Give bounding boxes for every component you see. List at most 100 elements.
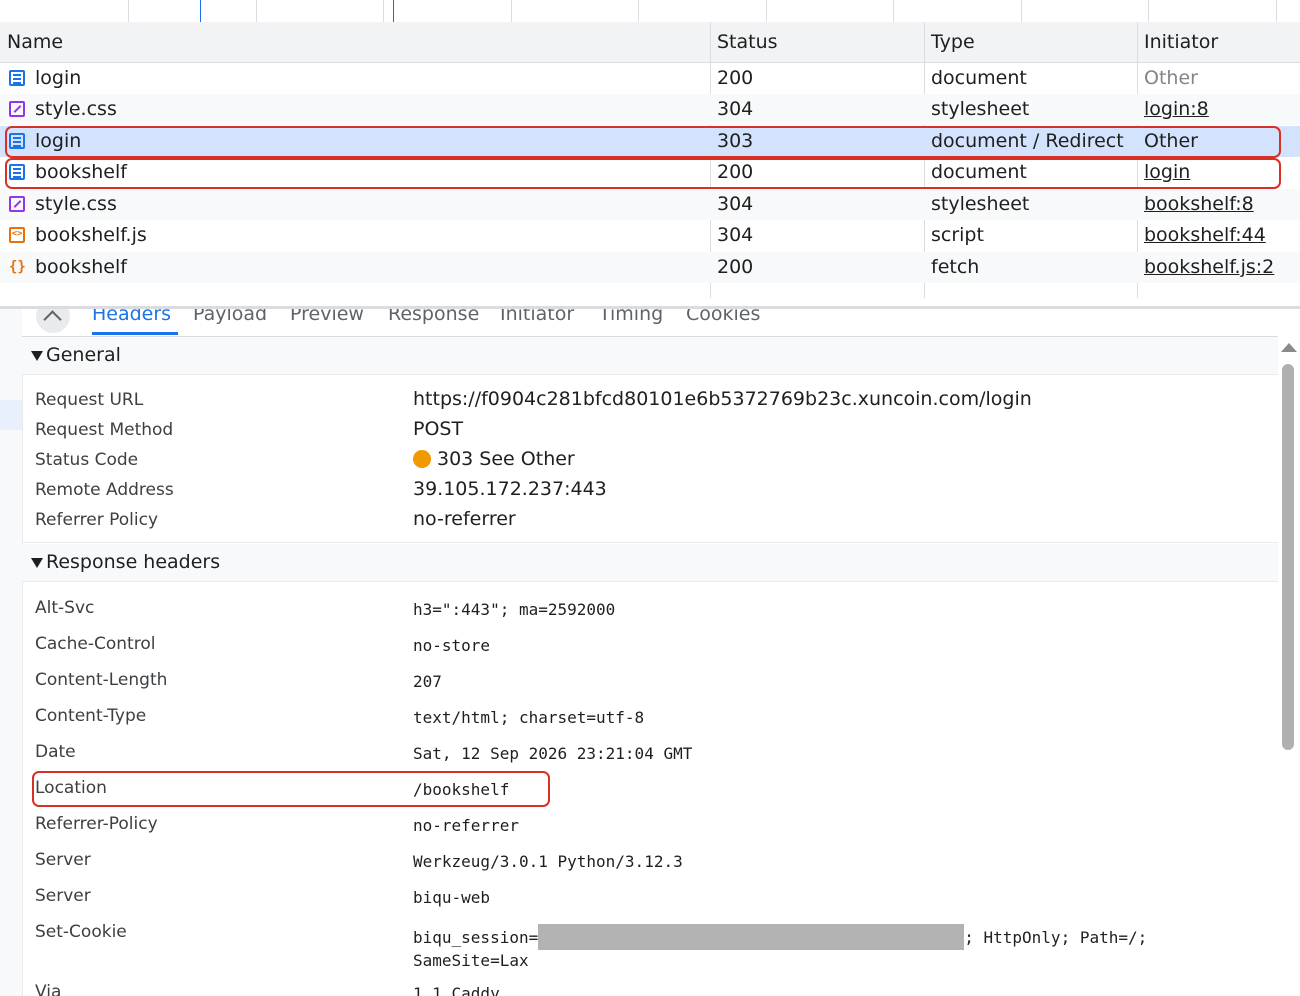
request-type: fetch xyxy=(931,256,980,278)
table-row[interactable]: <> bookshelf.js 304 script bookshelf:44 xyxy=(0,220,1300,251)
header-key: Cache-Control xyxy=(35,634,156,654)
header-value: https://f0904c281bfcd80101e6b5372769b23c… xyxy=(413,388,1032,410)
request-type: document xyxy=(931,67,1027,89)
section-title: Response headers xyxy=(46,551,221,573)
stylesheet-icon xyxy=(9,101,25,117)
initiator-link[interactable]: bookshelf:8 xyxy=(1144,189,1254,220)
tab-cookies[interactable]: Cookies xyxy=(686,309,760,325)
initiator-link[interactable]: login:8 xyxy=(1144,94,1209,125)
status-dot-icon xyxy=(413,450,431,468)
scrollbar-thumb[interactable] xyxy=(1282,364,1294,750)
redacted-block xyxy=(538,924,965,950)
fetch-icon: {} xyxy=(9,259,26,275)
header-value: no-referrer xyxy=(413,816,519,835)
initiator-link[interactable]: bookshelf:44 xyxy=(1144,220,1266,251)
table-row[interactable]: login 200 document Other xyxy=(0,63,1300,94)
tab-initiator[interactable]: Initiator xyxy=(500,309,574,325)
tab-timing[interactable]: Timing xyxy=(599,309,663,325)
timeline-gridline xyxy=(511,0,512,22)
header-value: 303 See Other xyxy=(437,448,575,470)
section-response-headers-header[interactable]: Response headers xyxy=(22,544,1278,582)
tab-payload[interactable]: Payload xyxy=(193,309,267,325)
status-code-value: 303 See Other xyxy=(413,448,575,470)
header-key: Server xyxy=(35,850,91,870)
header-key: Alt-Svc xyxy=(35,598,95,618)
column-header-status[interactable]: Status xyxy=(717,22,778,62)
timeline-overview[interactable] xyxy=(0,0,1300,23)
expand-triangle-icon xyxy=(31,558,43,568)
section-title: General xyxy=(46,344,121,366)
tab-headers[interactable]: Headers xyxy=(92,309,171,325)
table-row[interactable]: bookshelf 200 document login xyxy=(0,157,1300,188)
close-details-button[interactable] xyxy=(36,309,70,333)
document-icon xyxy=(9,164,25,180)
header-key: Remote Address xyxy=(35,480,174,500)
request-status: 200 xyxy=(717,161,754,183)
timeline-gridline xyxy=(1276,0,1277,22)
section-general-header[interactable]: General xyxy=(22,337,1278,375)
request-name: style.css xyxy=(35,193,117,215)
tab-response[interactable]: Response xyxy=(388,309,479,325)
timeline-gridline xyxy=(1148,0,1149,22)
timeline-gridline xyxy=(1021,0,1022,22)
selected-row-indicator xyxy=(0,400,22,430)
request-status: 200 xyxy=(717,67,754,89)
header-value: no-store xyxy=(413,636,491,655)
request-initiator: Other xyxy=(1144,67,1198,89)
request-name: bookshelf xyxy=(35,256,127,278)
header-key: Status Code xyxy=(35,450,139,470)
header-key: Referrer Policy xyxy=(35,510,159,530)
timeline-gridline xyxy=(128,0,129,22)
initiator-link[interactable]: bookshelf.js:2 xyxy=(1144,252,1274,283)
column-header-type[interactable]: Type xyxy=(931,22,975,62)
request-status: 304 xyxy=(717,98,754,120)
table-row[interactable]: style.css 304 stylesheet login:8 xyxy=(0,94,1300,125)
request-name: bookshelf.js xyxy=(35,224,147,246)
timeline-gridline xyxy=(638,0,639,22)
request-name: login xyxy=(35,130,82,152)
set-cookie-value: biqu_session= ; HttpOnly; Path=/; xyxy=(413,924,1147,950)
timeline-gridline xyxy=(256,0,257,22)
timeline-gridline xyxy=(766,0,767,22)
request-status: 303 xyxy=(717,130,754,152)
script-icon: <> xyxy=(9,227,25,243)
request-type: stylesheet xyxy=(931,98,1030,120)
timeline-load-marker xyxy=(393,0,394,22)
document-icon xyxy=(9,70,25,86)
header-key: Content-Type xyxy=(35,706,147,726)
header-value: Werkzeug/3.0.1 Python/3.12.3 xyxy=(413,852,683,871)
header-value: POST xyxy=(413,418,464,440)
tab-preview[interactable]: Preview xyxy=(290,309,364,325)
scrollbar[interactable] xyxy=(1278,336,1300,996)
header-key: Server xyxy=(35,886,91,906)
request-status: 304 xyxy=(717,224,754,246)
network-request-table: Name Status Type Initiator login 200 doc… xyxy=(0,22,1300,306)
header-key: Location xyxy=(35,778,107,798)
cookie-name: biqu_session= xyxy=(413,928,539,947)
column-header-name[interactable]: Name xyxy=(7,22,63,62)
header-key: Request Method xyxy=(35,420,174,440)
location-header-value: /bookshelf xyxy=(413,780,510,799)
cookie-attributes: ; HttpOnly; Path=/; xyxy=(964,928,1148,947)
scroll-up-arrow-icon[interactable] xyxy=(1281,343,1297,352)
timeline-dom-marker xyxy=(200,0,201,22)
table-row[interactable]: style.css 304 stylesheet bookshelf:8 xyxy=(0,189,1300,220)
document-icon xyxy=(9,133,25,149)
request-type: stylesheet xyxy=(931,193,1030,215)
table-row[interactable]: {} bookshelf 200 fetch bookshelf.js:2 xyxy=(0,252,1300,283)
request-type: script xyxy=(931,224,984,246)
header-value: no-referrer xyxy=(413,508,516,530)
table-row-selected[interactable]: login 303 document / Redirect Other xyxy=(0,126,1300,157)
column-header-initiator[interactable]: Initiator xyxy=(1144,22,1218,62)
header-value: 1.1 Caddy xyxy=(413,984,500,996)
stylesheet-icon xyxy=(9,196,25,212)
initiator-link[interactable]: login xyxy=(1144,157,1190,188)
request-initiator: Other xyxy=(1144,130,1198,152)
request-status: 304 xyxy=(717,193,754,215)
header-key: Referrer-Policy xyxy=(35,814,158,834)
header-key: Date xyxy=(35,742,76,762)
header-key: Via xyxy=(35,982,62,996)
section-divider xyxy=(22,542,1278,543)
header-value: 207 xyxy=(413,672,442,691)
request-status: 200 xyxy=(717,256,754,278)
